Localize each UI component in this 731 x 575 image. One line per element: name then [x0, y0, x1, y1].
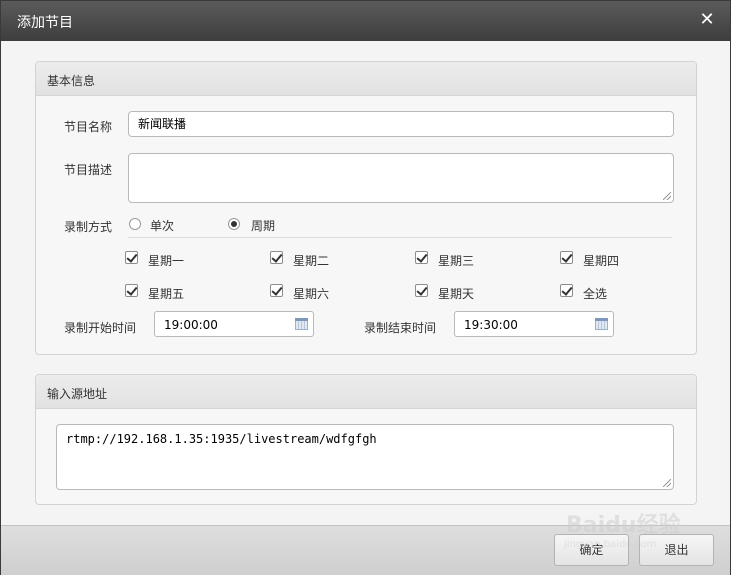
end-time-value: 19:30:00: [464, 318, 518, 332]
source-header: 输入源地址: [36, 375, 696, 409]
end-time-label: 录制结束时间: [364, 321, 437, 335]
end-time-input[interactable]: 19:30:00: [454, 311, 614, 337]
record-mode-label: 录制方式: [64, 220, 113, 234]
dialog-title: 添加节目: [17, 15, 73, 31]
checkbox-select-all[interactable]: [560, 284, 573, 297]
checkbox-saturday-label: 星期六: [293, 287, 330, 301]
source-url-textarea[interactable]: rtmp://192.168.1.35:1935/livestream/wdfg…: [56, 424, 674, 490]
calendar-icon[interactable]: [295, 318, 308, 330]
radio-once-label: 单次: [150, 219, 175, 233]
close-icon[interactable]: ✕: [696, 9, 718, 31]
dialog-titlebar: 添加节目 ✕: [1, 1, 730, 41]
checkbox-thursday-label: 星期四: [583, 254, 620, 268]
resize-grip-icon[interactable]: [663, 479, 671, 487]
program-desc-textarea[interactable]: [128, 153, 674, 203]
exit-button[interactable]: 退出: [639, 534, 714, 566]
program-desc-label: 节目描述: [64, 163, 113, 177]
dialog-footer: 确定 退出: [1, 525, 730, 575]
start-time-value: 19:00:00: [164, 318, 218, 332]
radio-selected-dot: [231, 221, 237, 227]
calendar-icon[interactable]: [595, 318, 608, 330]
source-title: 输入源地址: [47, 387, 108, 401]
checkbox-friday-label: 星期五: [148, 287, 185, 301]
checkbox-wednesday-label: 星期三: [438, 254, 475, 268]
mode-divider: [128, 237, 672, 238]
checkbox-tuesday-label: 星期二: [293, 254, 330, 268]
resize-grip-icon[interactable]: [663, 192, 671, 200]
radio-periodic-label: 周期: [251, 219, 276, 233]
radio-once[interactable]: [129, 218, 141, 230]
program-name-label: 节目名称: [64, 120, 113, 134]
program-name-input[interactable]: 新闻联播: [128, 111, 674, 137]
checkbox-friday[interactable]: [125, 284, 138, 297]
basic-info-header: 基本信息: [36, 62, 696, 96]
checkbox-tuesday[interactable]: [270, 251, 283, 264]
start-time-input[interactable]: 19:00:00: [154, 311, 314, 337]
checkbox-sunday[interactable]: [415, 284, 428, 297]
checkbox-select-all-label: 全选: [583, 287, 608, 301]
confirm-button[interactable]: 确定: [554, 534, 629, 566]
checkbox-monday[interactable]: [125, 251, 138, 264]
checkbox-monday-label: 星期一: [148, 254, 185, 268]
basic-info-panel: 基本信息 节目名称 新闻联播 节目描述 录制方式 单次 周期 星期一 星期二 星…: [35, 61, 697, 355]
source-panel: 输入源地址 rtmp://192.168.1.35:1935/livestrea…: [35, 374, 697, 505]
checkbox-sunday-label: 星期天: [438, 287, 475, 301]
start-time-label: 录制开始时间: [64, 321, 137, 335]
basic-info-title: 基本信息: [47, 74, 96, 88]
add-program-dialog: 添加节目 ✕ 基本信息 节目名称 新闻联播 节目描述 录制方式 单次 周期 星期…: [0, 0, 731, 575]
checkbox-wednesday[interactable]: [415, 251, 428, 264]
checkbox-saturday[interactable]: [270, 284, 283, 297]
radio-periodic[interactable]: [228, 218, 240, 230]
checkbox-thursday[interactable]: [560, 251, 573, 264]
source-url-value: rtmp://192.168.1.35:1935/livestream/wdfg…: [66, 432, 377, 446]
